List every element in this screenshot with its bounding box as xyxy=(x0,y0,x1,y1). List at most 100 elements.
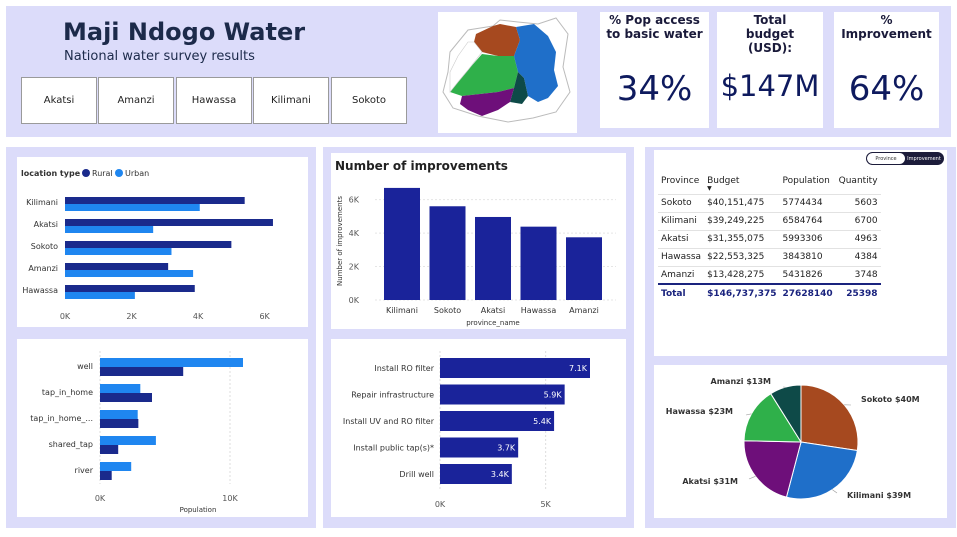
total-quantity: 25398 xyxy=(835,283,881,302)
y-tick-label: 4K xyxy=(349,229,360,238)
table-row[interactable]: Kilimani $39,249,225 6584764 6700 xyxy=(658,211,881,230)
bar-rural[interactable] xyxy=(100,419,139,428)
legend-urban-label: Urban xyxy=(125,169,149,178)
slicer-hawassa[interactable]: Hawassa xyxy=(176,77,252,124)
slicer-akatsi[interactable]: Akatsi xyxy=(21,77,97,124)
bar-rural[interactable] xyxy=(65,219,273,226)
x-category-label: Sokoto xyxy=(434,306,461,315)
toggle-improvement[interactable]: Improvement xyxy=(905,153,943,164)
table-row[interactable]: Amanzi $13,428,275 5431826 3748 xyxy=(658,265,881,284)
pie-leader-line xyxy=(748,476,756,480)
cell-quantity: 3748 xyxy=(835,265,881,284)
legend-title: location type xyxy=(21,169,81,178)
bar-improvements[interactable] xyxy=(566,237,602,300)
chart-title: Number of improvements xyxy=(335,159,508,173)
bar-urban[interactable] xyxy=(100,358,243,367)
bar-action[interactable] xyxy=(440,358,590,378)
category-label: Install UV and RO filter xyxy=(343,417,435,426)
bar-urban[interactable] xyxy=(65,204,200,211)
bar-data-label: 5.9K xyxy=(544,391,563,400)
bar-urban[interactable] xyxy=(65,292,135,299)
y-axis-title: Number of improvements xyxy=(336,196,344,286)
x-category-label: Hawassa xyxy=(521,306,557,315)
kpi-value: 64% xyxy=(848,69,925,109)
kpi-card-improvement: % Improvement 64% xyxy=(834,12,939,128)
pie-slice-label: Sokoto $40M xyxy=(861,395,920,404)
column-header-population[interactable]: Population xyxy=(780,172,836,194)
bar-urban[interactable] xyxy=(65,248,172,255)
kpi-label: Total budget (USD): xyxy=(745,13,795,55)
bar-urban[interactable] xyxy=(65,226,154,233)
bar-urban[interactable] xyxy=(100,384,141,393)
cell-population: 3843810 xyxy=(779,247,836,266)
pie-slice-sokoto[interactable] xyxy=(800,384,859,452)
bar-rural[interactable] xyxy=(65,197,245,204)
bar-rural[interactable] xyxy=(100,445,119,454)
table-row[interactable]: Sokoto $40,151,475 5774434 5603 xyxy=(658,193,881,212)
view-toggle[interactable]: Province Improvement xyxy=(866,152,944,165)
kpi-value: $147M xyxy=(720,69,820,103)
bar-urban[interactable] xyxy=(100,462,132,471)
cell-population: 6584764 xyxy=(779,211,836,230)
province-table: Province Budget ▼ Population Quantity Sok… xyxy=(658,172,881,302)
bar-data-label: 3.7K xyxy=(497,444,516,453)
bar-rural[interactable] xyxy=(100,367,184,376)
bar-rural[interactable] xyxy=(65,263,169,270)
y-tick-label: 0K xyxy=(349,296,360,305)
bar-urban[interactable] xyxy=(100,410,138,419)
cell-province: Amanzi xyxy=(658,265,705,284)
category-label: tap_in_home_... xyxy=(30,414,93,423)
pie-slice-label: Akatsi $31M xyxy=(682,477,738,486)
bar-rural[interactable] xyxy=(100,393,152,402)
water-source-chart: Population 0K 10K well tap_in_home tap_in_ho… xyxy=(17,339,308,517)
slicer-sokoto[interactable]: Sokoto xyxy=(331,77,407,124)
pie-slice-label: Kilimani $39M xyxy=(847,491,911,500)
x-axis-title: province_name xyxy=(466,319,519,327)
category-label: Install public tap(s)* xyxy=(353,444,434,453)
x-tick-label: 0K xyxy=(95,494,106,503)
x-tick-label: 0K xyxy=(435,500,446,509)
x-category-label: Akatsi xyxy=(481,306,505,315)
table-total-row: Total $146,737,375 27628140 25398 xyxy=(658,283,881,302)
x-tick-label: 0K xyxy=(60,312,71,321)
bar-urban[interactable] xyxy=(65,270,194,277)
location-type-svg: location type Rural Urban Kilimani Akatsi… xyxy=(21,169,273,321)
cell-population: 5993306 xyxy=(779,229,836,248)
improvements-chart: Number of improvements Number of improve… xyxy=(331,153,626,329)
page-title: Maji Ndogo Water xyxy=(63,18,306,46)
x-category-label: Kilimani xyxy=(386,306,418,315)
cell-province: Akatsi xyxy=(658,229,705,248)
column-header-quantity[interactable]: Quantity xyxy=(836,172,881,194)
bar-improvements[interactable] xyxy=(475,216,511,300)
cell-quantity: 5603 xyxy=(835,193,881,212)
cell-budget: $22,553,325 xyxy=(704,247,780,266)
category-label: Install RO filter xyxy=(374,364,434,373)
column-header-budget[interactable]: Budget ▼ xyxy=(704,172,779,194)
bar-rural[interactable] xyxy=(65,241,232,248)
column-header-province[interactable]: Province xyxy=(658,172,704,194)
bar-improvements[interactable] xyxy=(520,226,557,300)
category-label: Sokoto xyxy=(31,242,58,251)
slicer-amanzi[interactable]: Amanzi xyxy=(98,77,174,124)
legend-urban-dot xyxy=(115,169,123,177)
x-tick-label: 2K xyxy=(126,312,137,321)
category-label: Repair infrastructure xyxy=(351,391,434,400)
table-row[interactable]: Akatsi $31,355,075 5993306 4963 xyxy=(658,229,881,248)
slicer-kilimani[interactable]: Kilimani xyxy=(253,77,329,124)
category-label: tap_in_home xyxy=(42,388,93,397)
cell-quantity: 6700 xyxy=(835,211,881,230)
bar-rural[interactable] xyxy=(100,471,112,480)
bar-improvements[interactable] xyxy=(384,187,420,300)
province-map[interactable] xyxy=(438,12,577,133)
y-tick-label: 6K xyxy=(349,196,360,205)
water-source-svg: Population 0K 10K well tap_in_home tap_in_ho… xyxy=(30,351,243,514)
toggle-province[interactable]: Province xyxy=(867,153,905,164)
table-row[interactable]: Hawassa $22,553,325 3843810 4384 xyxy=(658,247,881,266)
pie-slice-label: Amanzi $13M xyxy=(711,377,772,386)
bar-improvements[interactable] xyxy=(429,206,466,300)
total-label: Total xyxy=(658,283,705,302)
cell-province: Kilimani xyxy=(658,211,705,230)
bar-rural[interactable] xyxy=(65,285,195,292)
category-label: Hawassa xyxy=(22,286,58,295)
bar-urban[interactable] xyxy=(100,436,156,445)
